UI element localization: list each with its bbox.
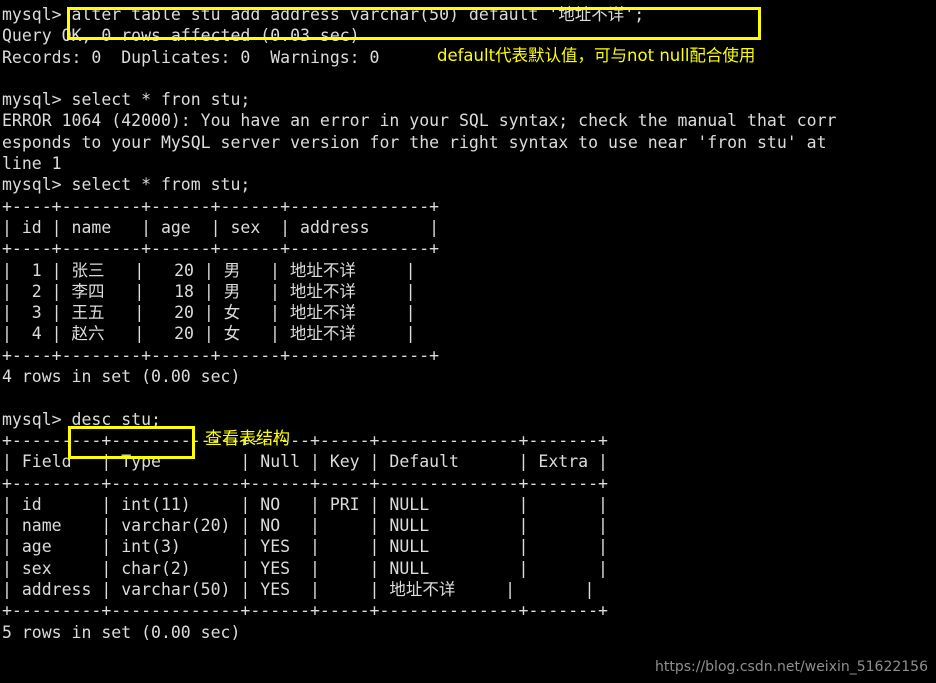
select-table-header-row: | id | name | age | sex | address | xyxy=(2,217,440,237)
desc-table-row: | address | varchar(50) | YES | | 地址不详 |… xyxy=(2,580,595,600)
terminal-line-error-3: line 1 xyxy=(2,154,62,174)
desc-table-row: | age | int(3) | YES | | NULL | | xyxy=(2,537,608,557)
select-table-border-top: +----+--------+------+------+-----------… xyxy=(2,196,440,216)
terminal-line-error-2: esponds to your MySQL server version for… xyxy=(2,132,827,152)
terminal-line-alter-command: mysql> alter table stu add address varch… xyxy=(2,5,645,24)
watermark-url: https://blog.csdn.net/weixin_51622156 xyxy=(654,658,928,675)
desc-table-row: | id | int(11) | NO | PRI | NULL | | xyxy=(2,494,608,514)
terminal-line-alter-status: Query OK, 0 rows affected (0.03 sec) xyxy=(2,26,360,46)
select-table-row: | 3 | 王五 | 20 | 女 | 地址不详 | xyxy=(2,303,416,323)
desc-table-header-row: | Field | Type | Null | Key | Default | … xyxy=(2,452,608,472)
select-table-row: | 2 | 李四 | 18 | 男 | 地址不详 | xyxy=(2,281,416,301)
terminal-line-select-command: mysql> select * from stu; xyxy=(2,175,251,195)
select-table-row: | 4 | 赵六 | 20 | 女 | 地址不详 | xyxy=(2,324,416,344)
terminal-line-select-typo-command: mysql> select * fron stu; xyxy=(2,90,251,110)
annotation-default-note: default代表默认值，可与not null配合使用 xyxy=(437,46,756,65)
desc-table-row: | name | varchar(20) | NO | | NULL | | xyxy=(2,516,608,536)
annotation-desc-note: 查看表结构 xyxy=(205,429,290,449)
select-table-border-mid: +----+--------+------+------+-----------… xyxy=(2,239,440,259)
desc-table-border-mid: +---------+-------------+------+-----+--… xyxy=(2,473,608,493)
select-rowcount-status: 4 rows in set (0.00 sec) xyxy=(2,367,241,387)
terminal-line-blank-1 xyxy=(2,68,936,89)
select-table-border-bottom: +----+--------+------+------+-----------… xyxy=(2,345,440,365)
terminal-line-blank-2 xyxy=(2,387,936,408)
terminal-line-desc-command: mysql> desc stu; xyxy=(2,409,161,429)
desc-table-border-top: +---------+-------------+------+-----+--… xyxy=(2,430,608,450)
terminal-window[interactable]: mysql> alter table stu add address varch… xyxy=(0,0,936,683)
desc-table-row: | sex | char(2) | YES | | NULL | | xyxy=(2,558,608,578)
terminal-line-error-1: ERROR 1064 (42000): You have an error in… xyxy=(2,111,837,131)
desc-rowcount-status: 5 rows in set (0.00 sec) xyxy=(2,622,241,642)
desc-table-border-bottom: +---------+-------------+------+-----+--… xyxy=(2,601,608,621)
select-table-row: | 1 | 张三 | 20 | 男 | 地址不详 | xyxy=(2,260,416,280)
